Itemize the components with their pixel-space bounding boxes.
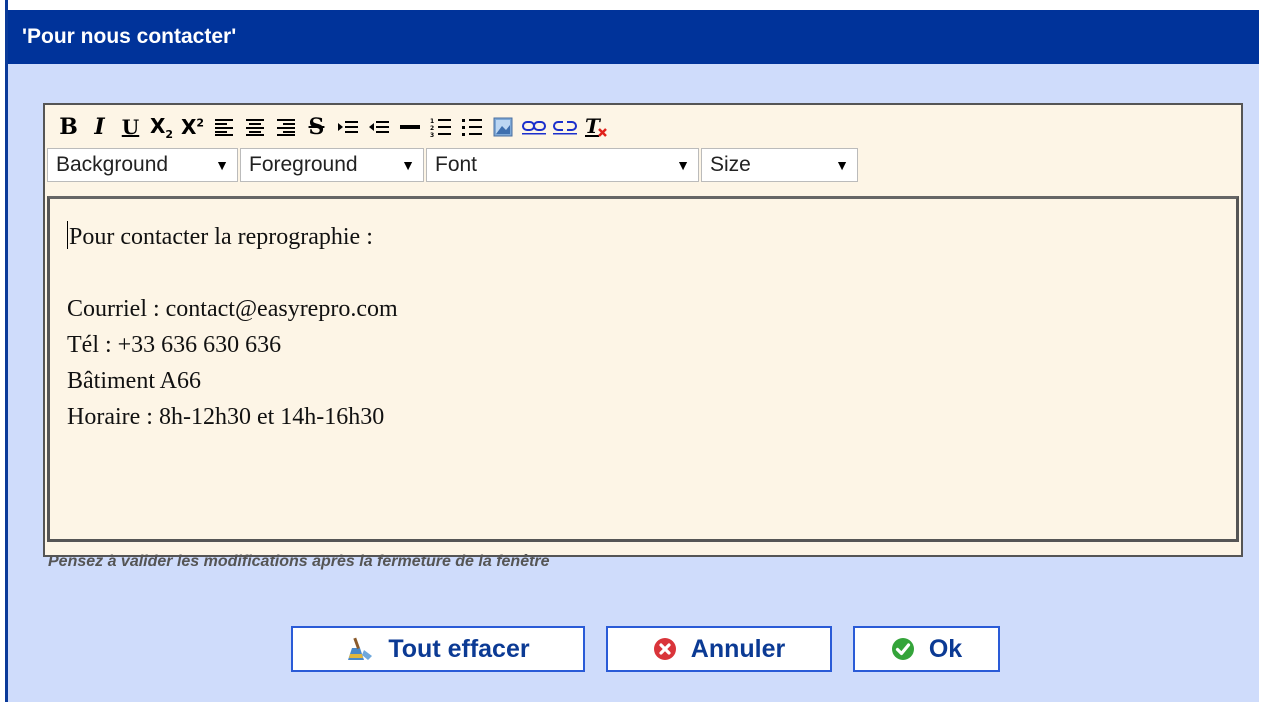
- chevron-down-icon: ▼: [676, 157, 690, 173]
- superscript-icon: X2: [180, 115, 205, 139]
- strikethrough-button[interactable]: S: [301, 111, 332, 143]
- outdent-icon: [368, 121, 389, 133]
- italic-button[interactable]: I: [84, 111, 115, 143]
- content-line: [67, 255, 1236, 291]
- size-select-label: Size: [710, 153, 751, 176]
- bold-button[interactable]: B: [53, 111, 84, 143]
- style-selects-row: Background ▼ Foreground ▼ Font ▼ Size ▼: [47, 148, 858, 184]
- font-select[interactable]: Font ▼: [426, 148, 699, 182]
- foreground-select-label: Foreground: [249, 153, 358, 176]
- superscript-button[interactable]: X2: [177, 111, 208, 143]
- underline-button[interactable]: U: [115, 111, 146, 143]
- horizontal-rule-icon: [399, 125, 420, 129]
- bold-icon: B: [59, 114, 78, 140]
- unordered-list-button[interactable]: [456, 111, 487, 143]
- svg-text:3: 3: [430, 132, 434, 137]
- text-caret: [67, 221, 68, 249]
- size-select[interactable]: Size ▼: [701, 148, 858, 182]
- check-icon: [891, 637, 915, 661]
- link-icon: [521, 121, 546, 135]
- rich-text-editor: B I U X2 X2 S 1 2 3 T Background ▼ Foreg…: [43, 103, 1243, 557]
- content-line: Pour contacter la reprographie :: [67, 219, 1236, 255]
- horizontal-rule-button[interactable]: [394, 111, 425, 143]
- remove-link-button[interactable]: [549, 111, 580, 143]
- ordered-list-button[interactable]: 123: [425, 111, 456, 143]
- content-line: Courriel : contact@easyrepro.com: [67, 296, 398, 322]
- content-line: Tél : +33 636 630 636: [67, 332, 282, 358]
- cancel-button[interactable]: Annuler: [606, 626, 832, 672]
- window-left-edge: [0, 0, 8, 702]
- validation-hint: Pensez à valider les modifications après…: [48, 553, 550, 570]
- clear-all-button[interactable]: Tout effacer: [291, 626, 585, 672]
- align-right-icon: [276, 119, 295, 136]
- italic-icon: I: [94, 114, 105, 140]
- align-left-button[interactable]: [208, 111, 239, 143]
- subscript-icon: X2: [149, 113, 174, 141]
- align-center-button[interactable]: [239, 111, 270, 143]
- unlink-icon: [552, 121, 577, 135]
- indent-button[interactable]: [332, 111, 363, 143]
- dialog-title: 'Pour nous contacter': [8, 10, 1259, 64]
- formatting-toolbar: B I U X2 X2 S 1 2 3 T: [53, 109, 611, 145]
- cancel-icon: [653, 637, 677, 661]
- underline-icon: U: [121, 115, 140, 139]
- content-line: Bâtiment A66: [67, 368, 201, 394]
- svg-text:1: 1: [430, 118, 434, 125]
- svg-text:2: 2: [430, 125, 434, 132]
- chevron-down-icon: ▼: [401, 157, 415, 173]
- remove-format-icon: T: [584, 115, 607, 138]
- background-select-label: Background: [56, 153, 169, 176]
- unordered-list-icon: [461, 119, 482, 136]
- strikethrough-icon: S: [308, 114, 325, 140]
- insert-image-button[interactable]: [487, 111, 518, 143]
- insert-link-button[interactable]: [518, 111, 549, 143]
- align-center-icon: [245, 119, 264, 136]
- content-line: Horaire : 8h-12h30 et 14h-16h30: [67, 404, 385, 430]
- broom-icon: [346, 636, 374, 662]
- indent-icon: [337, 121, 358, 133]
- cancel-label: Annuler: [690, 634, 786, 663]
- background-color-select[interactable]: Background ▼: [47, 148, 238, 182]
- image-icon: [493, 117, 512, 137]
- remove-format-button[interactable]: T: [580, 111, 611, 143]
- align-left-icon: [214, 119, 233, 136]
- editor-content-area[interactable]: Pour contacter la reprographie : Courrie…: [47, 196, 1239, 542]
- clear-all-label: Tout effacer: [388, 634, 530, 663]
- dialog-actions: Tout effacer Annuler Ok: [291, 626, 1000, 672]
- subscript-button[interactable]: X2: [146, 111, 177, 143]
- chevron-down-icon: ▼: [835, 157, 849, 173]
- font-select-label: Font: [435, 153, 478, 176]
- ordered-list-icon: 123: [430, 118, 451, 137]
- contact-dialog: 'Pour nous contacter' B I U X2 X2 S 1 2 …: [8, 10, 1259, 702]
- ok-label: Ok: [928, 634, 963, 663]
- foreground-color-select[interactable]: Foreground ▼: [240, 148, 424, 182]
- align-right-button[interactable]: [270, 111, 301, 143]
- ok-button[interactable]: Ok: [853, 626, 1000, 672]
- outdent-button[interactable]: [363, 111, 394, 143]
- chevron-down-icon: ▼: [215, 157, 229, 173]
